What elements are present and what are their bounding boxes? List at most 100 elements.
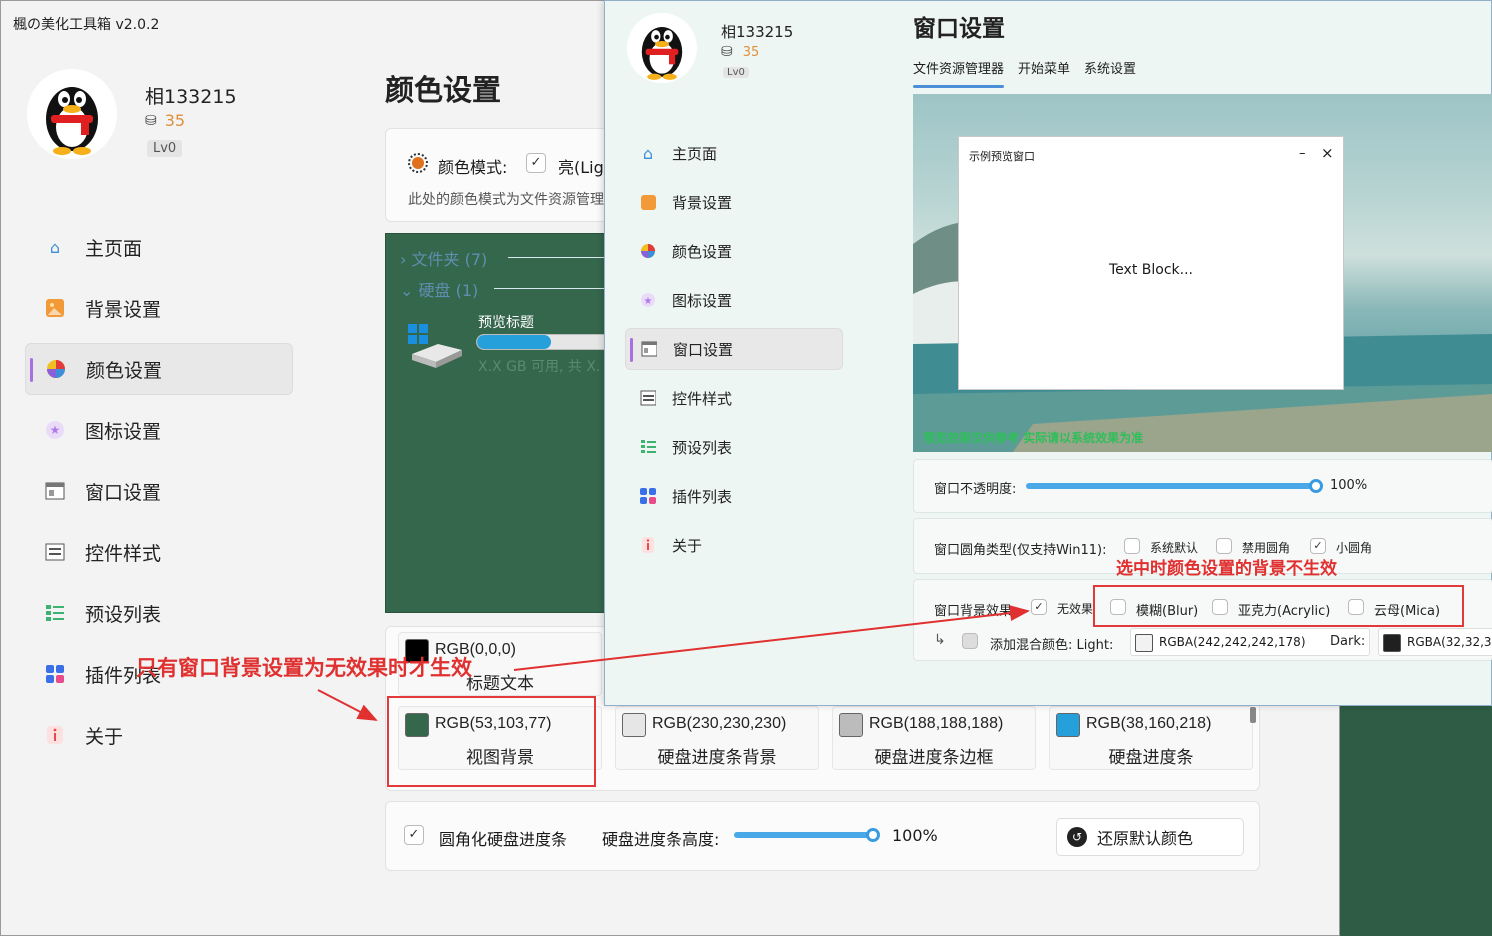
sidebar-item-presets[interactable]: 预设列表	[25, 587, 293, 639]
swatch-progress-bar[interactable]: RGB(38,160,218) 硬盘进度条	[1049, 706, 1253, 770]
sidebar-item-color[interactable]: 颜色设置	[25, 343, 293, 395]
list-icon	[45, 603, 65, 623]
color-mode-label: 颜色模式:	[438, 158, 508, 177]
blend-dark-label: Dark:	[1330, 634, 1366, 649]
sidebar: ⌂ 主页面 背景设置 颜色设置 ★ 图标设置 窗口设置 控件样式 预设列表 插件列表…	[625, 132, 843, 573]
sidebar-item-label: 图标设置	[85, 420, 162, 443]
backdrop-none-checkbox[interactable]: ✓	[1031, 599, 1047, 615]
backdrop-label: 窗口背景效果:	[934, 604, 1017, 619]
corner-disable-checkbox[interactable]	[1216, 538, 1232, 554]
sidebar-item-controls[interactable]: 控件样式	[25, 526, 293, 578]
coin-count: ⛁ 35	[721, 44, 759, 60]
swatch-progress-background[interactable]: RGB(230,230,230) 硬盘进度条背景	[615, 706, 819, 770]
blend-dark-value: RGBA(32,32,3	[1407, 635, 1492, 649]
sidebar-item-background[interactable]: 背景设置	[625, 181, 843, 223]
sidebar-item-home[interactable]: ⌂ 主页面	[25, 221, 293, 273]
corner-small-checkbox[interactable]: ✓	[1310, 538, 1326, 554]
opacity-panel: 窗口不透明度: 100%	[913, 459, 1492, 513]
color-mode-desc: 此处的颜色模式为文件资源管理	[408, 192, 604, 208]
swatch-progress-border[interactable]: RGB(188,188,188) 硬盘进度条边框	[832, 706, 1036, 770]
sidebar-item-plugins[interactable]: 插件列表	[625, 475, 843, 517]
sidebar-item-label: 预设列表	[672, 438, 733, 457]
progress-height-slider[interactable]	[734, 832, 870, 838]
slider-thumb[interactable]	[1309, 479, 1323, 493]
blend-color-checkbox[interactable]	[962, 633, 978, 649]
page-title: 窗口设置	[913, 16, 1005, 42]
restore-default-button[interactable]: ↺ 还原默认颜色	[1056, 818, 1244, 856]
star-icon: ★	[640, 290, 656, 310]
corner-default-checkbox[interactable]	[1124, 538, 1140, 554]
restore-label: 还原默认颜色	[1097, 829, 1194, 848]
sidebar-item-color[interactable]: 颜色设置	[625, 230, 843, 272]
home-icon: ⌂	[642, 143, 654, 163]
sidebar-item-label: 背景设置	[672, 193, 733, 212]
window-icon	[45, 481, 65, 501]
color-mode-icon	[408, 153, 428, 173]
sidebar: ⌂ 主页面 背景设置 颜色设置 ★ 图标设置 窗口设置 控件样式 预设列表 插件列表…	[25, 221, 293, 770]
sidebar-item-icons[interactable]: ★ 图标设置	[25, 404, 293, 456]
avatar[interactable]	[627, 13, 697, 83]
avatar[interactable]	[27, 69, 117, 159]
sidebar-item-presets[interactable]: 预设列表	[625, 426, 843, 468]
coin-value: 35	[742, 44, 760, 60]
opacity-slider[interactable]	[1026, 483, 1312, 489]
sidebar-item-about[interactable]: 关于	[625, 524, 843, 566]
sidebar-item-window[interactable]: 窗口设置	[625, 328, 843, 370]
corner-small-label: 小圆角	[1336, 541, 1373, 555]
palette-icon	[46, 359, 66, 379]
close-icon[interactable]: ×	[1321, 144, 1334, 162]
sidebar-item-home[interactable]: ⌂ 主页面	[625, 132, 843, 174]
preview-note: 预览效果仅供参考 实际请以系统效果为准	[923, 431, 1144, 445]
sidebar-item-label: 预设列表	[85, 603, 162, 626]
window-icon	[641, 339, 657, 359]
sidebar-item-label: 颜色设置	[672, 242, 733, 261]
star-icon: ★	[45, 420, 65, 440]
swatch-color	[1135, 634, 1153, 652]
corner-label: 窗口圆角类型(仅支持Win11):	[934, 543, 1107, 558]
round-progress-checkbox[interactable]: ✓	[404, 825, 424, 845]
username: 相133215	[145, 86, 237, 108]
disk-group-label: 硬盘 (1)	[418, 281, 479, 300]
opacity-value: 100%	[1330, 478, 1368, 493]
swatch-color	[839, 713, 863, 737]
penguin-avatar-icon	[27, 69, 117, 159]
progress-height-label: 硬盘进度条高度:	[602, 830, 720, 849]
info-icon	[640, 535, 656, 555]
blend-light-value: RGBA(242,242,242,178)	[1159, 635, 1306, 649]
tab-system-settings[interactable]: 系统设置	[1084, 58, 1136, 77]
page-title: 颜色设置	[385, 73, 502, 107]
plugins-icon	[45, 664, 65, 684]
sidebar-item-controls[interactable]: 控件样式	[625, 377, 843, 419]
blend-color-label: 添加混合颜色: Light:	[990, 638, 1114, 653]
sidebar-item-window[interactable]: 窗口设置	[25, 465, 293, 517]
tab-start-menu[interactable]: 开始菜单	[1018, 58, 1070, 77]
sidebar-item-label: 颜色设置	[86, 359, 163, 382]
sidebar-item-background[interactable]: 背景设置	[25, 282, 293, 334]
scrollbar[interactable]	[1250, 707, 1256, 723]
tab-explorer[interactable]: 文件资源管理器	[913, 58, 1005, 88]
sidebar-item-label: 关于	[672, 536, 703, 555]
swatch-name: 硬盘进度条背景	[657, 748, 777, 768]
sidebar-item-icons[interactable]: ★ 图标设置	[625, 279, 843, 321]
swatch-rgb: RGB(188,188,188)	[869, 715, 1004, 732]
sidebar-item-label: 背景设置	[85, 298, 162, 321]
blend-dark-swatch[interactable]: RGBA(32,32,3	[1378, 628, 1492, 656]
color-mode-checkbox[interactable]: ✓	[526, 153, 546, 173]
demo-text-block: Text Block...	[1109, 262, 1193, 278]
controls-icon	[45, 542, 65, 562]
sidebar-item-about[interactable]: 关于	[25, 709, 293, 761]
progress-options-card: ✓ 圆角化硬盘进度条 硬盘进度条高度: 100% ↺ 还原默认颜色	[385, 801, 1260, 871]
minimize-icon[interactable]: –	[1299, 146, 1306, 161]
slider-thumb[interactable]	[866, 828, 880, 842]
opacity-label: 窗口不透明度:	[934, 482, 1017, 497]
disk-info: X.X GB 可用, 共 X.	[478, 359, 601, 375]
sidebar-item-label: 控件样式	[85, 542, 162, 565]
coin-value: 35	[164, 111, 186, 130]
color-mode-value[interactable]: 亮(Lig	[558, 154, 604, 178]
swatch-rgb: RGB(38,160,218)	[1086, 715, 1212, 732]
sidebar-item-label: 关于	[85, 725, 124, 748]
svg-text:★: ★	[644, 296, 653, 307]
sidebar-item-label: 窗口设置	[673, 340, 734, 359]
controls-icon	[640, 388, 656, 408]
highlight-backdrop-options	[1093, 585, 1464, 627]
